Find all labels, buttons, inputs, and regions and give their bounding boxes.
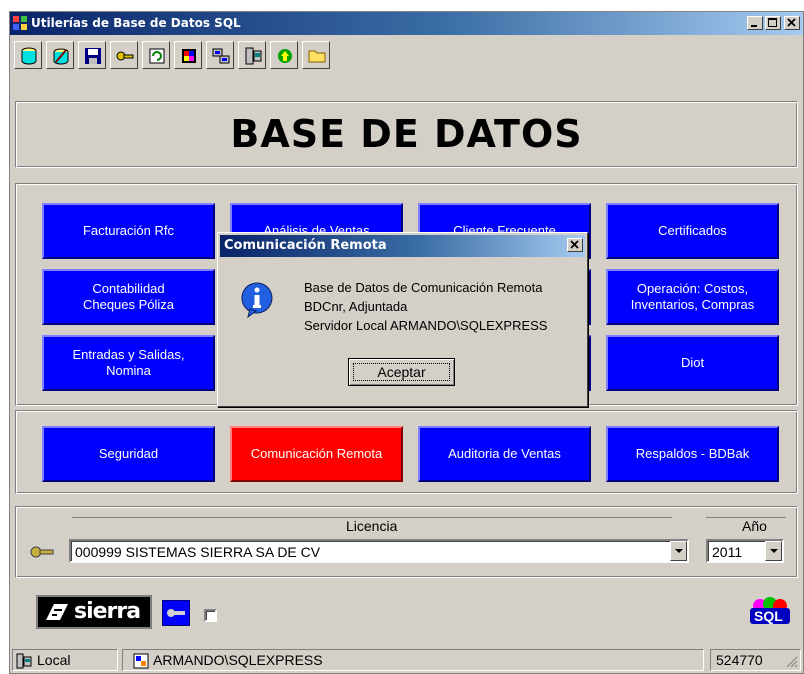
statusbar: Local ARMANDO\SQLEXPRESS 524770 xyxy=(10,647,803,673)
server-icon xyxy=(16,653,32,669)
connection-key-button[interactable] xyxy=(162,600,190,626)
key-icon xyxy=(116,51,134,61)
close-icon xyxy=(787,18,796,27)
sierra-logo: sierra xyxy=(36,595,152,629)
toolbar-key-button[interactable] xyxy=(110,41,138,69)
close-icon xyxy=(570,240,579,249)
aceptar-button[interactable]: Aceptar xyxy=(348,358,455,386)
anio-select[interactable]: 2011 xyxy=(706,539,784,563)
licencia-select[interactable]: 000999 SISTEMAS SIERRA SA DE CV xyxy=(69,539,689,563)
module-button-facturacion[interactable]: Facturación Rfc xyxy=(42,203,215,259)
comunicacion-remota-dialog: Comunicación Remota Base de Datos de Com… xyxy=(217,232,588,407)
status-server: ARMANDO\SQLEXPRESS xyxy=(153,652,323,668)
chevron-down-icon[interactable] xyxy=(670,541,687,561)
status-code: 524770 xyxy=(716,652,763,668)
dialog-titlebar[interactable]: Comunicación Remota xyxy=(220,235,585,257)
open-database-icon xyxy=(21,47,37,65)
server-icon xyxy=(245,47,262,65)
refresh-icon xyxy=(149,48,165,64)
dialog-close-button[interactable] xyxy=(567,238,583,252)
module-button-entradas-salidas[interactable]: Entradas y Salidas, Nomina xyxy=(42,335,215,391)
banner-title: BASE DE DATOS xyxy=(230,112,583,156)
sql-logo: SQL xyxy=(748,596,792,626)
module-button-operacion[interactable]: Operación: Costos, Inventarios, Compras xyxy=(606,269,779,325)
network-icon xyxy=(212,48,230,64)
toolbar-refresh-button[interactable] xyxy=(142,41,170,69)
toolbar-recycle-button[interactable] xyxy=(270,41,298,69)
maximize-button[interactable] xyxy=(765,16,781,30)
module-button-diot[interactable]: Diot xyxy=(606,335,779,391)
sierra-logo-mark-icon xyxy=(46,604,68,620)
dialog-message-line: BDCnr, Adjuntada xyxy=(304,299,408,314)
minimize-button[interactable] xyxy=(747,16,763,30)
licencia-label: Licencia xyxy=(346,518,398,534)
anio-label: Año xyxy=(742,518,767,534)
toolbar-palette-button[interactable] xyxy=(174,41,202,69)
chevron-down-icon[interactable] xyxy=(765,541,782,561)
dialog-title: Comunicación Remota xyxy=(224,238,387,253)
comunicacion-remota-button[interactable]: Comunicación Remota xyxy=(230,426,403,482)
module-button-contabilidad[interactable]: Contabilidad Cheques Póliza xyxy=(42,269,215,325)
status-server-panel: ARMANDO\SQLEXPRESS xyxy=(122,649,704,671)
sierra-logo-text: sierra xyxy=(74,599,141,624)
toolbar-open-database-button[interactable] xyxy=(14,41,42,69)
window-titlebar[interactable]: Utilerías de Base de Datos SQL xyxy=(10,12,803,35)
banner-panel: BASE DE DATOS xyxy=(15,101,798,168)
recycle-icon xyxy=(278,49,292,63)
option-checkbox[interactable] xyxy=(204,609,217,622)
resize-grip-icon[interactable] xyxy=(786,656,798,668)
key-icon xyxy=(167,609,185,617)
dialog-message: Base de Datos de Comunicación Remota BDC… xyxy=(304,278,547,335)
key-icon xyxy=(30,546,54,558)
anio-value: 2011 xyxy=(712,544,743,560)
licencia-value: 000999 SISTEMAS SIERRA SA DE CV xyxy=(75,544,321,560)
database-server-icon xyxy=(133,653,149,669)
toolbar-network-button[interactable] xyxy=(206,41,234,69)
palette-icon xyxy=(182,49,196,63)
seguridad-button[interactable]: Seguridad xyxy=(42,426,215,482)
folder-icon xyxy=(308,50,326,63)
license-panel: Licencia Año 000999 SISTEMAS SIERRA SA D… xyxy=(15,506,798,578)
toolbar-folder-button[interactable] xyxy=(302,41,330,69)
save-icon xyxy=(85,48,101,64)
minimize-icon xyxy=(751,25,757,27)
toolbar-edit-button[interactable] xyxy=(46,41,74,69)
actions-panel: Seguridad Comunicación Remota Auditoria … xyxy=(15,410,798,494)
dialog-message-line: Servidor Local ARMANDO\SQLEXPRESS xyxy=(304,318,548,333)
edit-icon xyxy=(53,48,69,65)
toolbar-save-button[interactable] xyxy=(78,41,106,69)
status-code-panel: 524770 xyxy=(710,649,801,671)
close-button[interactable] xyxy=(784,16,800,30)
status-location-panel: Local xyxy=(12,649,118,671)
window-title: Utilerías de Base de Datos SQL xyxy=(31,16,241,30)
status-location: Local xyxy=(37,652,71,668)
sql-logo-text: SQL xyxy=(754,608,783,624)
toolbar-server-button[interactable] xyxy=(238,41,266,69)
maximize-icon xyxy=(768,18,777,27)
respaldos-button[interactable]: Respaldos - BDBak xyxy=(606,426,779,482)
info-icon xyxy=(241,282,273,319)
module-button-certificados[interactable]: Certificados xyxy=(606,203,779,259)
app-icon xyxy=(13,16,27,30)
auditoria-ventas-button[interactable]: Auditoria de Ventas xyxy=(418,426,591,482)
dialog-message-line: Base de Datos de Comunicación Remota xyxy=(304,280,543,295)
